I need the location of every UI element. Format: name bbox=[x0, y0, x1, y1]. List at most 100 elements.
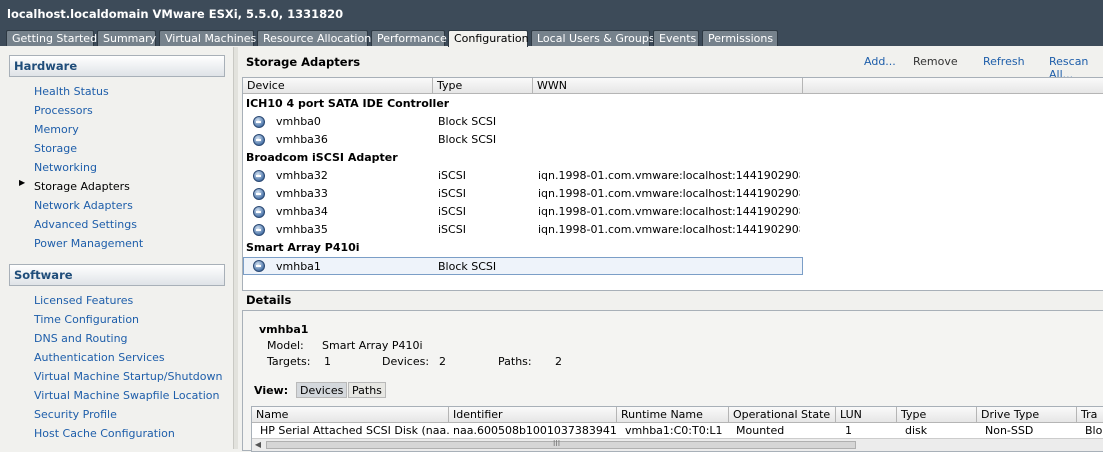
nav-storage[interactable]: Storage bbox=[34, 139, 77, 158]
adapter-row-selected[interactable]: vmhba1 Block SCSI bbox=[243, 257, 803, 275]
adapter-group-name: Broadcom iSCSI Adapter bbox=[246, 151, 398, 164]
adapter-device: vmhba34 bbox=[276, 205, 328, 218]
column-header-device[interactable]: Device bbox=[243, 78, 433, 94]
adapter-wwn: iqn.1998-01.com.vmware:localhost:1441902… bbox=[538, 169, 800, 182]
nav-dns-and-routing[interactable]: DNS and Routing bbox=[34, 329, 128, 348]
column-header-runtime-name[interactable]: Runtime Name bbox=[617, 407, 729, 423]
tab-configuration[interactable]: Configuration bbox=[448, 30, 529, 47]
view-devices-button[interactable]: Devices bbox=[296, 382, 348, 398]
horizontal-scrollbar[interactable]: ◀ III bbox=[252, 438, 1103, 451]
column-header-wwn[interactable]: WWN bbox=[533, 78, 803, 94]
tab-summary[interactable]: Summary bbox=[97, 30, 156, 46]
scrollbar-thumb[interactable]: III bbox=[266, 439, 856, 449]
adapter-icon bbox=[253, 170, 265, 182]
model-label: Model: bbox=[267, 339, 304, 352]
column-header-blank bbox=[803, 78, 1103, 94]
tab-performance[interactable]: Performance bbox=[371, 30, 447, 46]
adapter-type: iSCSI bbox=[438, 205, 466, 218]
adapter-group-name: Smart Array P410i bbox=[246, 241, 360, 254]
adapter-wwn: iqn.1998-01.com.vmware:localhost:1441902… bbox=[538, 187, 800, 200]
adapter-wwn: iqn.1998-01.com.vmware:localhost:1441902… bbox=[538, 223, 800, 236]
window-title: localhost.localdomain VMware ESXi, 5.5.0… bbox=[7, 7, 344, 21]
view-paths-button[interactable]: Paths bbox=[348, 382, 386, 398]
window-title-bar: localhost.localdomain VMware ESXi, 5.5.0… bbox=[0, 0, 1103, 30]
column-header-name[interactable]: Name bbox=[252, 407, 449, 423]
nav-host-cache-configuration[interactable]: Host Cache Configuration bbox=[34, 424, 175, 443]
adapter-type: iSCSI bbox=[438, 187, 466, 200]
column-header-operational-state[interactable]: Operational State bbox=[729, 407, 836, 423]
tab-getting-started[interactable]: Getting Started bbox=[6, 30, 97, 46]
column-header-drive-type[interactable]: Drive Type bbox=[977, 407, 1077, 423]
adapter-type: iSCSI bbox=[438, 223, 466, 236]
nav-networking[interactable]: Networking bbox=[34, 158, 97, 177]
nav-time-configuration[interactable]: Time Configuration bbox=[34, 310, 139, 329]
remove-adapter-link[interactable]: Remove bbox=[913, 55, 958, 68]
model-value: Smart Array P410i bbox=[322, 339, 423, 352]
adapter-type: iSCSI bbox=[438, 169, 466, 182]
adapter-row[interactable]: vmhba36 Block SCSI bbox=[243, 131, 1103, 149]
adapter-type: Block SCSI bbox=[438, 133, 497, 146]
tab-virtual-machines[interactable]: Virtual Machines bbox=[159, 30, 256, 46]
column-header-lun[interactable]: LUN bbox=[836, 407, 897, 423]
adapter-device: vmhba0 bbox=[276, 115, 321, 128]
main-content: Storage Adapters Add... Remove Refresh R… bbox=[238, 47, 1103, 452]
details-adapter-name: vmhba1 bbox=[259, 323, 309, 336]
nav-storage-adapters[interactable]: Storage Adapters bbox=[34, 177, 130, 196]
device-type: disk bbox=[905, 424, 928, 437]
column-header-type[interactable]: Type bbox=[433, 78, 533, 94]
device-drive-type: Non-SSD bbox=[985, 424, 1034, 437]
device-transport: Blo bbox=[1085, 424, 1103, 437]
paths-label: Paths: bbox=[498, 355, 532, 368]
nav-authentication-services[interactable]: Authentication Services bbox=[34, 348, 165, 367]
view-label: View: bbox=[254, 384, 289, 397]
nav-power-management[interactable]: Power Management bbox=[34, 234, 143, 253]
adapter-group-name: ICH10 4 port SATA IDE Controller bbox=[246, 97, 450, 110]
software-section-header: Software bbox=[9, 264, 225, 286]
tab-permissions[interactable]: Permissions bbox=[702, 30, 778, 46]
tab-bar: Getting Started Summary Virtual Machines… bbox=[0, 30, 1103, 47]
adapter-row[interactable]: vmhba0 Block SCSI bbox=[243, 113, 1103, 131]
add-adapter-link[interactable]: Add... bbox=[864, 55, 896, 68]
tab-local-users-groups[interactable]: Local Users & Groups bbox=[531, 30, 655, 46]
nav-licensed-features[interactable]: Licensed Features bbox=[34, 291, 133, 310]
adapter-row[interactable]: vmhba34 iSCSI iqn.1998-01.com.vmware:loc… bbox=[243, 203, 1103, 221]
adapter-row[interactable]: vmhba35 iSCSI iqn.1998-01.com.vmware:loc… bbox=[243, 221, 1103, 239]
left-navigation-pane: Hardware Health Status Processors Memory… bbox=[0, 47, 233, 449]
tab-resource-allocation[interactable]: Resource Allocation bbox=[257, 30, 371, 46]
device-identifier: naa.600508b1001037383941... bbox=[453, 424, 617, 437]
nav-security-profile[interactable]: Security Profile bbox=[34, 405, 117, 424]
nav-health-status[interactable]: Health Status bbox=[34, 82, 109, 101]
column-header-identifier[interactable]: Identifier bbox=[449, 407, 617, 423]
hardware-section-header: Hardware bbox=[9, 55, 225, 77]
adapter-group-row: ICH10 4 port SATA IDE Controller bbox=[243, 95, 1103, 113]
devices-label: Devices: bbox=[382, 355, 430, 368]
nav-vm-startup-shutdown[interactable]: Virtual Machine Startup/Shutdown bbox=[34, 367, 222, 386]
tab-events[interactable]: Events bbox=[653, 30, 699, 46]
nav-network-adapters[interactable]: Network Adapters bbox=[34, 196, 133, 215]
adapter-icon bbox=[253, 116, 265, 128]
nav-advanced-settings[interactable]: Advanced Settings bbox=[34, 215, 137, 234]
column-header-transport[interactable]: Tra bbox=[1077, 407, 1103, 423]
adapter-wwn: iqn.1998-01.com.vmware:localhost:1441902… bbox=[538, 205, 800, 218]
nav-memory[interactable]: Memory bbox=[34, 120, 79, 139]
refresh-link[interactable]: Refresh bbox=[983, 55, 1025, 68]
details-panel: vmhba1 Model: Smart Array P410i Targets:… bbox=[242, 310, 1103, 452]
adapter-row[interactable]: vmhba33 iSCSI iqn.1998-01.com.vmware:loc… bbox=[243, 185, 1103, 203]
adapter-row[interactable]: vmhba32 iSCSI iqn.1998-01.com.vmware:loc… bbox=[243, 167, 1103, 185]
scrollbar-grip: III bbox=[553, 439, 561, 448]
nav-processors[interactable]: Processors bbox=[34, 101, 93, 120]
column-header-type[interactable]: Type bbox=[897, 407, 977, 423]
scroll-left-icon[interactable]: ◀ bbox=[252, 439, 264, 451]
software-header: Software bbox=[10, 265, 224, 286]
adapter-device: vmhba1 bbox=[276, 260, 321, 273]
nav-vm-swapfile-location[interactable]: Virtual Machine Swapfile Location bbox=[34, 386, 219, 405]
adapter-icon bbox=[253, 206, 265, 218]
adapter-type: Block SCSI bbox=[438, 115, 497, 128]
device-lun: 1 bbox=[845, 424, 852, 437]
adapter-icon bbox=[253, 134, 265, 146]
adapter-icon bbox=[253, 224, 265, 236]
device-name[interactable]: HP Serial Attached SCSI Disk (naa.... bbox=[256, 424, 450, 438]
hardware-header: Hardware bbox=[10, 56, 224, 77]
targets-label: Targets: bbox=[267, 355, 311, 368]
adapter-device: vmhba36 bbox=[276, 133, 328, 146]
